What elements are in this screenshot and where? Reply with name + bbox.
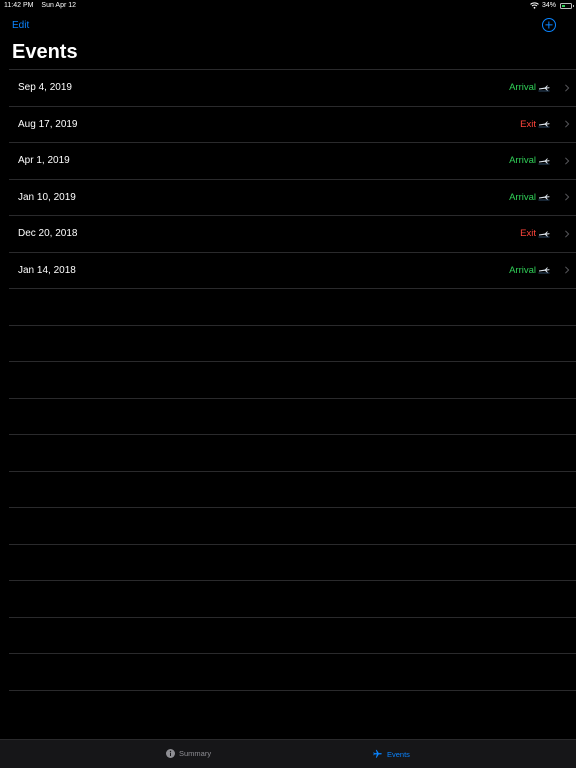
event-row-accessory: Arrival — [509, 82, 570, 93]
events-list: Sep 4, 2019 Arrival Aug 17, 2019 Exit Apr 1,… — [0, 69, 576, 726]
status-right: 34% — [530, 2, 574, 9]
event-date: Dec 20, 2018 — [18, 228, 78, 240]
chevron-right-icon — [565, 157, 570, 165]
tab-bar: Summary Events — [0, 739, 576, 768]
event-type-label: Arrival — [509, 264, 536, 276]
tab-summary-label: Summary — [179, 749, 212, 758]
empty-row — [9, 580, 576, 617]
event-date: Jan 10, 2019 — [18, 191, 76, 203]
empty-row — [9, 397, 576, 435]
empty-row — [9, 361, 576, 398]
status-bar: 11:42 PM Sun Apr 12 34% — [0, 0, 576, 13]
event-type-label: Arrival — [509, 191, 536, 203]
battery-icon — [560, 2, 574, 9]
empty-row — [9, 288, 576, 325]
airplane-icon — [538, 158, 550, 164]
event-type-label: Arrival — [509, 82, 536, 94]
empty-row — [9, 543, 576, 581]
chevron-right-icon — [565, 193, 570, 201]
tab-events-label: Events — [387, 749, 410, 759]
event-row[interactable]: Sep 4, 2019 Arrival — [9, 69, 576, 106]
info-circle-icon — [166, 749, 175, 758]
event-row-accessory: Exit — [520, 228, 570, 239]
event-date: Aug 17, 2019 — [18, 118, 78, 130]
empty-row — [9, 507, 576, 544]
add-event-button[interactable] — [542, 18, 556, 32]
chevron-right-icon — [565, 84, 570, 92]
empty-row — [9, 324, 576, 362]
airplane-icon — [538, 231, 550, 237]
edit-button[interactable]: Edit — [12, 20, 29, 31]
event-type-label: Arrival — [509, 155, 536, 167]
wifi-icon — [530, 2, 539, 9]
event-row-accessory: Arrival — [509, 155, 570, 166]
event-type-label: Exit — [520, 118, 536, 130]
battery-level — [562, 4, 565, 7]
event-date: Jan 14, 2018 — [18, 264, 76, 276]
event-date: Apr 1, 2019 — [18, 155, 70, 167]
status-date: Sun Apr 12 — [41, 2, 77, 9]
event-row[interactable]: Aug 17, 2019 Exit — [9, 105, 576, 143]
status-left: 11:42 PM Sun Apr 12 — [4, 2, 82, 9]
airplane-icon — [538, 194, 550, 201]
event-row-accessory: Exit — [520, 119, 570, 130]
event-row-accessory: Arrival — [509, 192, 570, 203]
chevron-right-icon — [565, 266, 570, 274]
airplane-icon — [538, 267, 550, 274]
battery-nub — [572, 4, 574, 7]
tab-summary[interactable]: Summary — [166, 749, 211, 758]
empty-row — [9, 470, 576, 508]
page-title: Events — [12, 41, 78, 63]
airplane-icon — [538, 85, 550, 91]
empty-row — [9, 689, 576, 727]
empty-row — [9, 616, 576, 654]
airplane-icon — [538, 121, 550, 128]
airplane-icon — [373, 749, 382, 758]
event-row[interactable]: Dec 20, 2018 Exit — [9, 215, 576, 252]
empty-row — [9, 653, 576, 690]
event-row[interactable]: Jan 14, 2018 Arrival — [9, 251, 576, 289]
tab-events[interactable]: Events — [372, 749, 410, 759]
empty-row — [9, 434, 576, 471]
status-time: 11:42 PM — [4, 2, 34, 9]
event-row-accessory: Arrival — [509, 265, 570, 276]
event-date: Sep 4, 2019 — [18, 82, 72, 94]
battery-percent: 34% — [541, 2, 556, 9]
chevron-right-icon — [565, 120, 570, 128]
event-type-label: Exit — [520, 228, 536, 240]
chevron-right-icon — [565, 230, 570, 238]
event-row[interactable]: Apr 1, 2019 Arrival — [9, 142, 576, 179]
event-row[interactable]: Jan 10, 2019 Arrival — [9, 178, 576, 216]
